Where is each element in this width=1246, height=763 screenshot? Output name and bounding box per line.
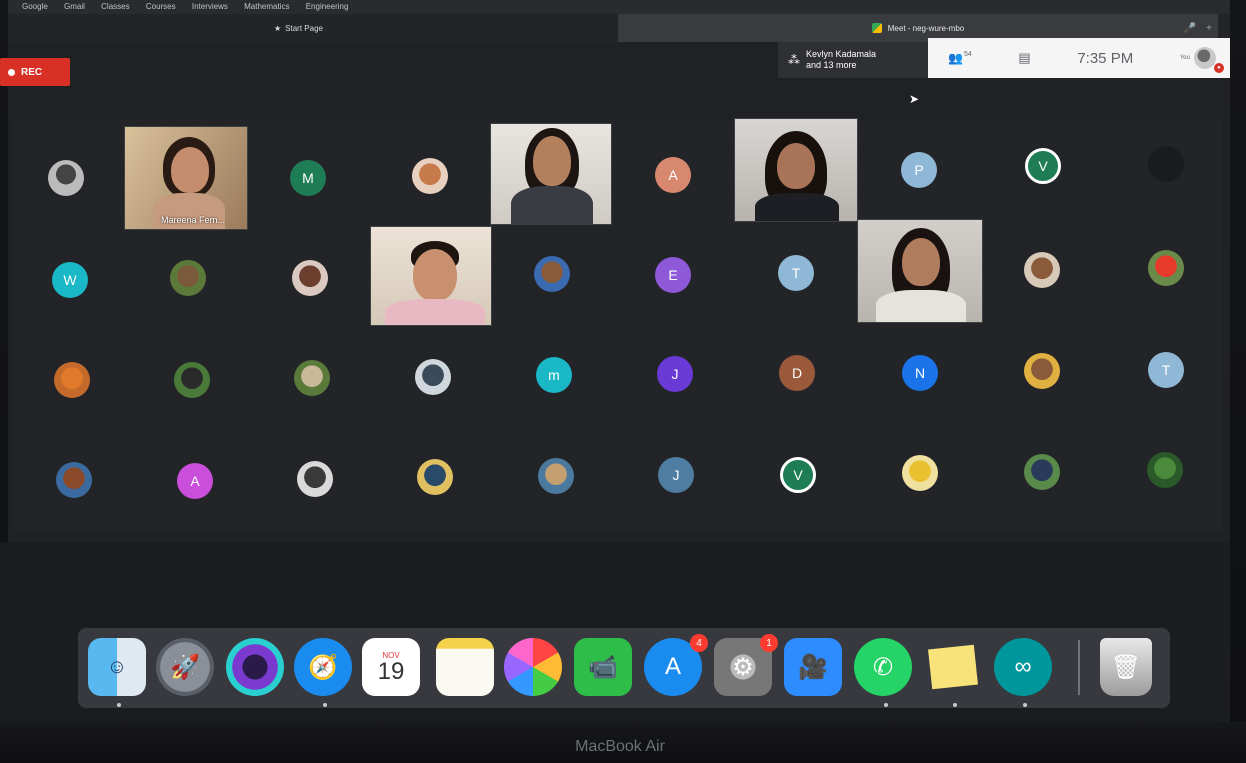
arduino-icon[interactable]: ∞ — [994, 638, 1052, 696]
microphone-icon[interactable]: 🎤 — [1184, 23, 1196, 34]
participant-avatar[interactable]: V — [1025, 148, 1061, 184]
recording-indicator: REC — [0, 58, 70, 86]
running-indicator — [953, 703, 957, 707]
participant-avatar-photo[interactable] — [902, 455, 938, 491]
system-preferences-icon[interactable]: ⚙ 1 — [714, 634, 778, 696]
running-indicator — [323, 703, 327, 707]
participant-avatar[interactable]: N — [902, 355, 938, 391]
participant-avatar[interactable]: A — [655, 157, 691, 193]
you-label: You — [1179, 55, 1190, 61]
people-wave-icon: ⁂ — [788, 52, 800, 67]
laptop-label: MacBook Air — [575, 738, 665, 755]
app-store-badge: 4 — [690, 634, 708, 652]
app-store-icon[interactable]: A 4 — [644, 634, 708, 696]
participant-avatar[interactable]: J — [657, 356, 693, 392]
self-view[interactable]: You ● — [1179, 47, 1224, 73]
participant-avatar[interactable]: T — [1148, 352, 1184, 388]
bookmarks-bar: Google Gmail Classes Courses Interviews … — [8, 0, 1230, 14]
people-icon: 👥 — [948, 51, 963, 65]
participant-avatar-photo[interactable] — [534, 256, 570, 292]
dock-separator — [1078, 640, 1080, 695]
new-tab-icon[interactable]: + — [1206, 23, 1212, 34]
siri-icon[interactable] — [226, 638, 284, 696]
bookmark-gmail[interactable]: Gmail — [64, 2, 85, 11]
photos-icon[interactable] — [504, 638, 562, 696]
participant-video-tile[interactable] — [857, 219, 983, 323]
participant-video-tile[interactable]: Mareena Fern... — [124, 126, 248, 230]
participant-avatar-photo[interactable] — [1024, 252, 1060, 288]
whatsapp-icon[interactable]: ✆ — [854, 638, 912, 696]
people-count: 54 — [963, 51, 972, 58]
presenter-more: and 13 more — [806, 60, 857, 70]
participant-video-tile[interactable] — [370, 226, 492, 326]
meet-logo-icon — [871, 23, 882, 33]
participant-avatar[interactable]: D — [779, 355, 815, 391]
participant-avatar-photo[interactable] — [538, 458, 574, 494]
participant-avatar-photo[interactable] — [54, 362, 90, 398]
notes-icon[interactable] — [436, 638, 494, 696]
chat-icon[interactable]: ▤ — [1018, 50, 1030, 66]
zoom-icon[interactable]: 🎥 — [784, 638, 842, 696]
participant-avatar[interactable]: E — [655, 257, 691, 293]
stickies-icon[interactable] — [924, 638, 982, 696]
facetime-icon[interactable]: 📹 — [574, 638, 632, 696]
bookmark-classes[interactable]: Classes — [101, 2, 129, 11]
participant-avatar-photo[interactable] — [1148, 250, 1184, 286]
mouse-cursor-icon: ➤ — [909, 92, 920, 106]
running-indicator — [884, 703, 888, 707]
participant-avatar-photo[interactable] — [170, 260, 206, 296]
tab-start-page[interactable]: ★ Start Page — [258, 14, 618, 42]
participant-avatar-photo[interactable] — [1147, 452, 1183, 488]
participant-video-tile[interactable] — [734, 118, 858, 222]
meeting-clock: 7:35 PM — [1077, 49, 1134, 67]
participant-avatar-photo[interactable] — [297, 461, 333, 497]
participant-avatar[interactable]: P — [901, 152, 937, 188]
participant-avatar-photo[interactable] — [417, 459, 453, 495]
presenter-name: Kevlyn Kadamala — [806, 49, 877, 59]
meet-topbar: 👥 54 ▤ 7:35 PM You ● — [928, 38, 1230, 78]
participant-avatar[interactable]: W — [52, 262, 88, 298]
notification-badge: ● — [1213, 63, 1224, 73]
presenter-indicator[interactable]: ⁂ Kevlyn Kadamala and 13 more — [778, 42, 928, 78]
bookmark-mathematics[interactable]: Mathematics — [244, 2, 289, 11]
calendar-day: 19 — [377, 657, 405, 685]
launchpad-icon[interactable]: 🚀 — [156, 638, 214, 696]
running-indicator — [117, 703, 121, 707]
bookmark-interviews[interactable]: Interviews — [192, 2, 228, 11]
participant-avatar[interactable]: V — [780, 457, 816, 493]
participant-avatar-photo[interactable] — [415, 359, 451, 395]
bookmark-google[interactable]: Google — [22, 2, 48, 11]
people-button[interactable]: 👥 54 — [948, 51, 972, 65]
star-icon: ★ — [274, 23, 282, 33]
participant-avatar[interactable]: m — [536, 357, 572, 393]
trash-icon[interactable]: 🗑 — [1100, 638, 1152, 696]
participant-avatar-photo[interactable] — [1148, 146, 1184, 182]
video-tile-name: Mareena Fern... — [161, 215, 226, 225]
self-avatar — [1193, 47, 1216, 69]
rec-label: REC — [21, 66, 43, 78]
participant-video-tile[interactable] — [490, 123, 612, 225]
calendar-icon[interactable]: NOV 19 — [362, 638, 420, 696]
participant-avatar[interactable]: M — [290, 160, 326, 196]
participant-avatar[interactable]: T — [778, 255, 814, 291]
participant-avatar-photo[interactable] — [56, 462, 92, 498]
finder-icon[interactable]: ☺ — [88, 638, 146, 696]
tab-meet-label: Meet - neg-wure-mbo — [887, 23, 965, 33]
participant-avatar-photo[interactable] — [1024, 454, 1060, 490]
system-preferences-badge: 1 — [760, 634, 778, 652]
bookmark-courses[interactable]: Courses — [146, 2, 176, 11]
participant-avatar[interactable]: A — [177, 463, 213, 499]
participant-avatar-photo[interactable] — [412, 158, 448, 194]
tab-start-page-label: Start Page — [285, 23, 323, 33]
running-indicator — [1023, 703, 1027, 707]
safari-icon[interactable]: 🧭 — [294, 638, 352, 696]
participant-avatar-photo[interactable] — [294, 360, 330, 396]
record-dot-icon — [8, 68, 15, 76]
bookmark-engineering[interactable]: Engineering — [306, 2, 349, 11]
participant-avatar[interactable]: J — [658, 457, 694, 493]
participant-avatar-photo[interactable] — [174, 362, 210, 398]
participant-avatar-photo[interactable] — [292, 260, 328, 296]
participant-avatar-photo[interactable] — [1024, 353, 1060, 389]
participant-avatar-photo[interactable] — [48, 160, 84, 196]
